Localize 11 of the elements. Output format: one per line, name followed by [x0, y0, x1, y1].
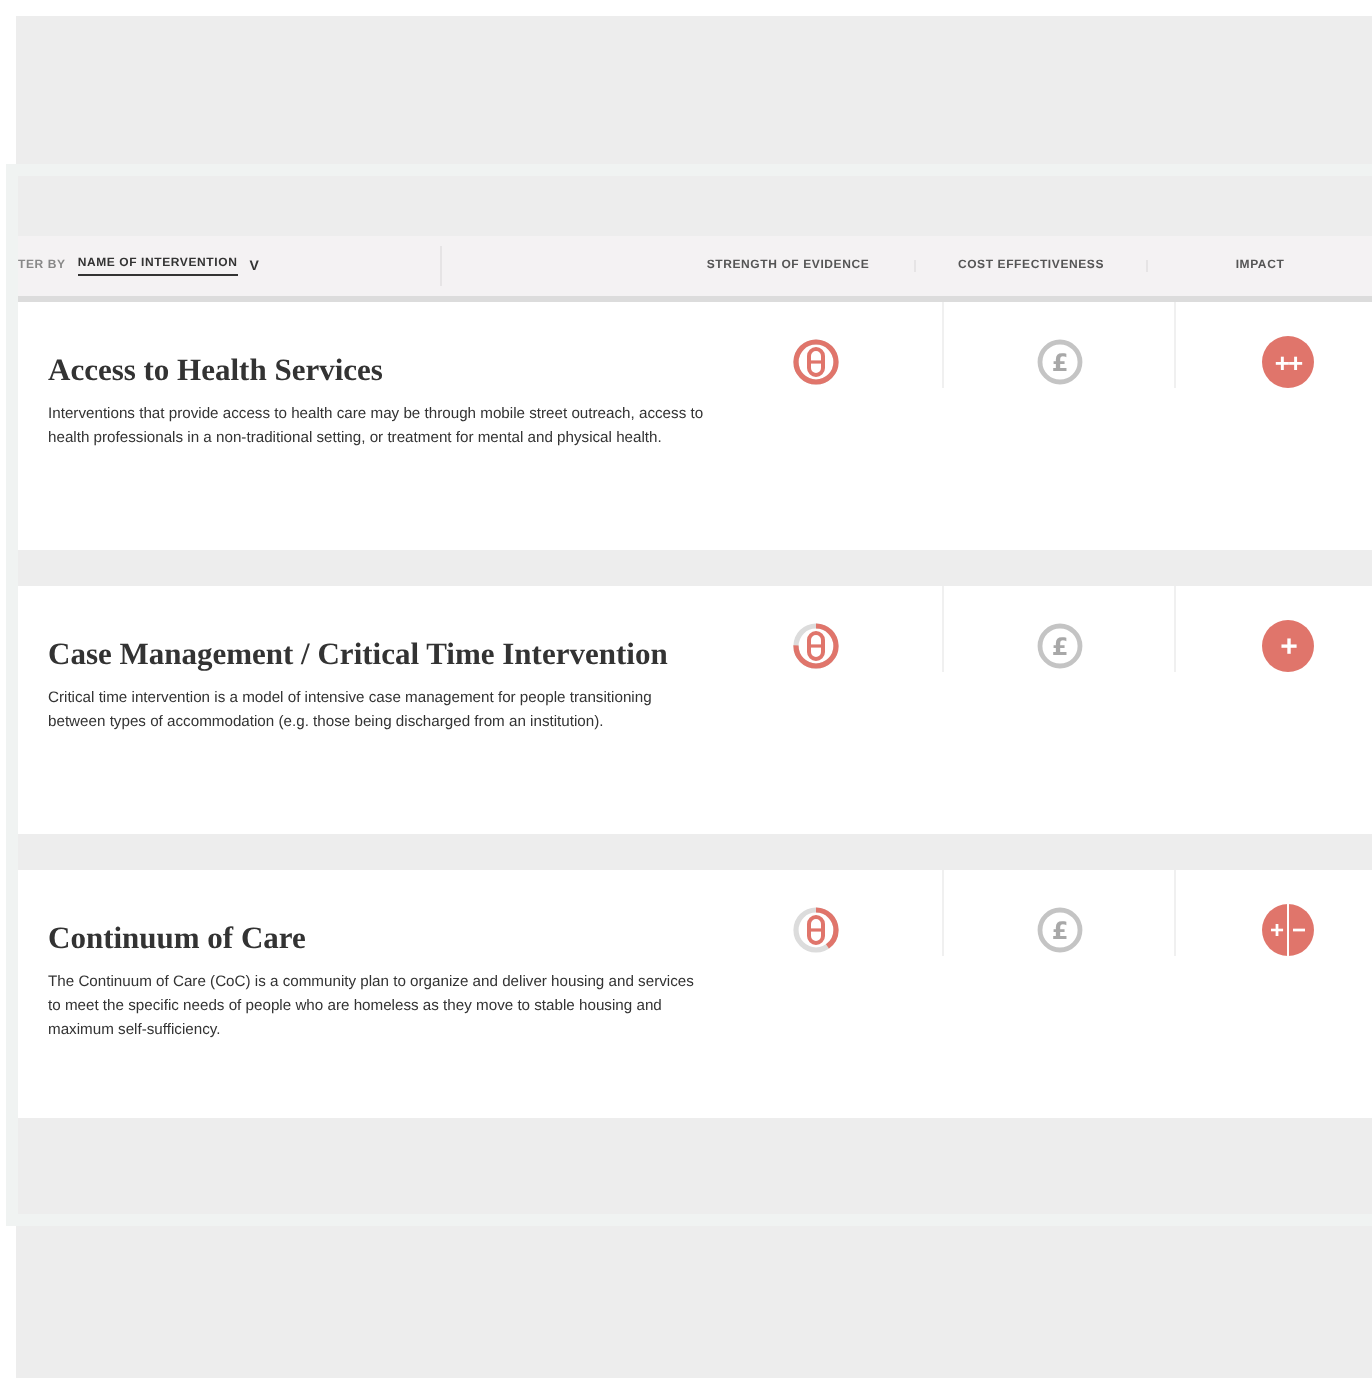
- pound-coin-icon: £: [1033, 904, 1085, 956]
- intervention-title[interactable]: Case Management / Critical Time Intervention: [48, 638, 708, 674]
- intervention-title[interactable]: Continuum of Care: [48, 922, 708, 958]
- pound-coin-icon: £: [1033, 336, 1085, 388]
- impact-badge: +: [1262, 620, 1314, 672]
- impact-badge: ++: [1262, 336, 1314, 388]
- evidence-rating-icon: [790, 336, 842, 388]
- intervention-title[interactable]: Access to Health Services: [48, 354, 708, 390]
- pound-coin-icon: £: [1033, 620, 1085, 672]
- evidence-rating-icon: [790, 620, 842, 672]
- evidence-rating-icon: [790, 904, 842, 956]
